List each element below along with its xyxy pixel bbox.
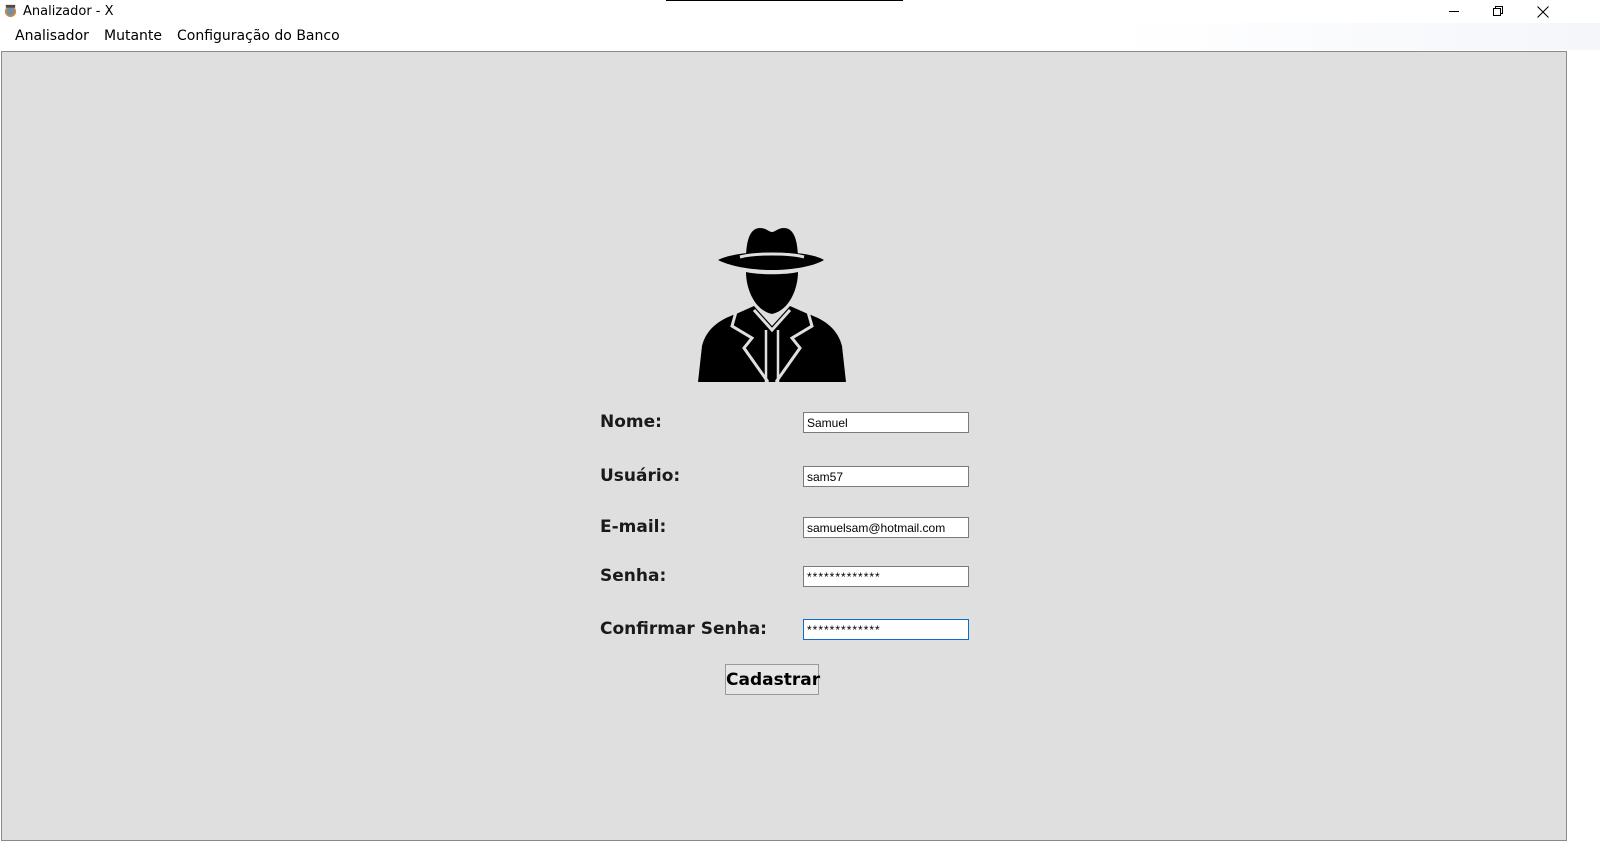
window-edge-right: [1567, 51, 1600, 859]
title-divider: [666, 0, 903, 1]
main-panel: [1, 51, 1567, 841]
email-label: E-mail:: [600, 517, 667, 537]
restore-button[interactable]: [1476, 0, 1520, 23]
restore-icon: [1492, 6, 1503, 16]
menu-bar: Analisador Mutante Configuração do Banco: [0, 23, 1600, 50]
senha-field[interactable]: [803, 566, 969, 587]
close-button[interactable]: [1521, 0, 1565, 23]
app-icon: [4, 4, 17, 18]
window-edge-bottom: [0, 841, 1567, 859]
close-icon: [1537, 5, 1549, 18]
menu-mutante[interactable]: Mutante: [104, 28, 162, 44]
menu-configuracao-banco[interactable]: Configuração do Banco: [177, 28, 340, 44]
nome-field[interactable]: [803, 412, 969, 433]
confirmar-senha-label: Confirmar Senha:: [600, 619, 767, 639]
email-field[interactable]: [803, 517, 969, 538]
minimize-icon: [1448, 11, 1459, 12]
usuario-label: Usuário:: [600, 466, 681, 486]
senha-label: Senha:: [600, 566, 667, 586]
cadastrar-button[interactable]: Cadastrar: [725, 664, 820, 695]
title-bar: Analizador - X: [0, 0, 1600, 23]
usuario-field[interactable]: [803, 466, 969, 487]
confirmar-senha-field[interactable]: [803, 619, 969, 640]
spy-icon: [698, 228, 846, 382]
minimize-button[interactable]: [1432, 0, 1476, 23]
menu-analisador[interactable]: Analisador: [15, 28, 89, 44]
window-title: Analizador - X: [23, 4, 114, 19]
nome-label: Nome:: [600, 412, 662, 432]
